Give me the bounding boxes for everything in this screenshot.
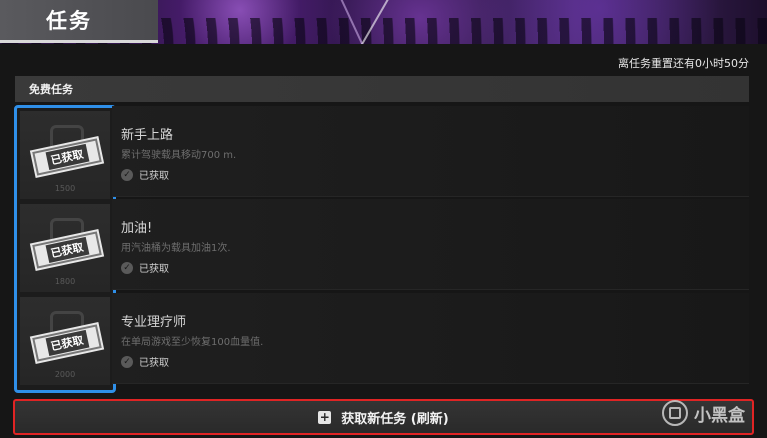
reward-amount: 2000 (54, 370, 76, 379)
watermark-text: 小黑盒 (694, 405, 745, 426)
task-description: 用汽油桶为载具加油1次. (121, 243, 231, 254)
refresh-tasks-button[interactable]: + 获取新任务 (刷新) (13, 399, 754, 435)
page-title-tab: 任务 (0, 0, 158, 43)
task-status-label: 已获取 (139, 358, 169, 369)
task-row[interactable]: 新手上路 累计驾驶载具移动700 m. ✓ 已获取 (112, 106, 749, 197)
task-name: 加油! (121, 221, 153, 236)
reward-column[interactable]: 已获取 1500 已获取 1800 已获取 2000 (14, 105, 116, 393)
reward-card[interactable]: 已获取 2000 (20, 297, 110, 385)
claimed-stamp: 已获取 (32, 231, 102, 269)
plus-icon: + (318, 410, 332, 424)
claimed-stamp: 已获取 (32, 138, 102, 176)
reset-timer: 离任务重置还有0小时50分 (618, 57, 749, 70)
claimed-stamp-label: 已获取 (45, 143, 89, 171)
task-name: 专业理疗师 (121, 315, 187, 330)
section-title: 免费任务 (29, 83, 73, 96)
task-row[interactable]: 加油! 用汽油桶为载具加油1次. ✓ 已获取 (112, 199, 749, 290)
check-icon: ✓ (121, 168, 133, 181)
check-icon: ✓ (121, 261, 133, 274)
heybox-logo-icon (662, 400, 688, 426)
task-name: 新手上路 (121, 128, 174, 143)
reward-card[interactable]: 已获取 1800 (20, 204, 110, 292)
section-header: 免费任务 (15, 76, 749, 102)
claimed-stamp-label: 已获取 (45, 236, 89, 264)
reward-card[interactable]: 已获取 1500 (20, 111, 110, 199)
claimed-stamp: 已获取 (32, 324, 102, 362)
task-status: ✓ 已获取 (121, 354, 169, 369)
check-icon: ✓ (121, 355, 133, 368)
task-description: 在单局游戏至少恢复100血量值. (121, 337, 264, 348)
task-description: 累计驾驶载具移动700 m. (121, 150, 237, 161)
reward-amount: 1800 (54, 277, 76, 286)
claimed-stamp-label: 已获取 (45, 329, 89, 357)
task-status-label: 已获取 (139, 171, 169, 182)
watermark: 小黑盒 (662, 400, 745, 426)
task-status-label: 已获取 (139, 264, 169, 275)
task-status: ✓ 已获取 (121, 167, 169, 182)
reward-amount: 1500 (54, 184, 76, 193)
task-status: ✓ 已获取 (121, 260, 169, 275)
task-row[interactable]: 专业理疗师 在单局游戏至少恢复100血量值. ✓ 已获取 (112, 293, 749, 384)
refresh-tasks-label: 获取新任务 (刷新) (341, 411, 449, 427)
page-title: 任务 (46, 9, 92, 33)
